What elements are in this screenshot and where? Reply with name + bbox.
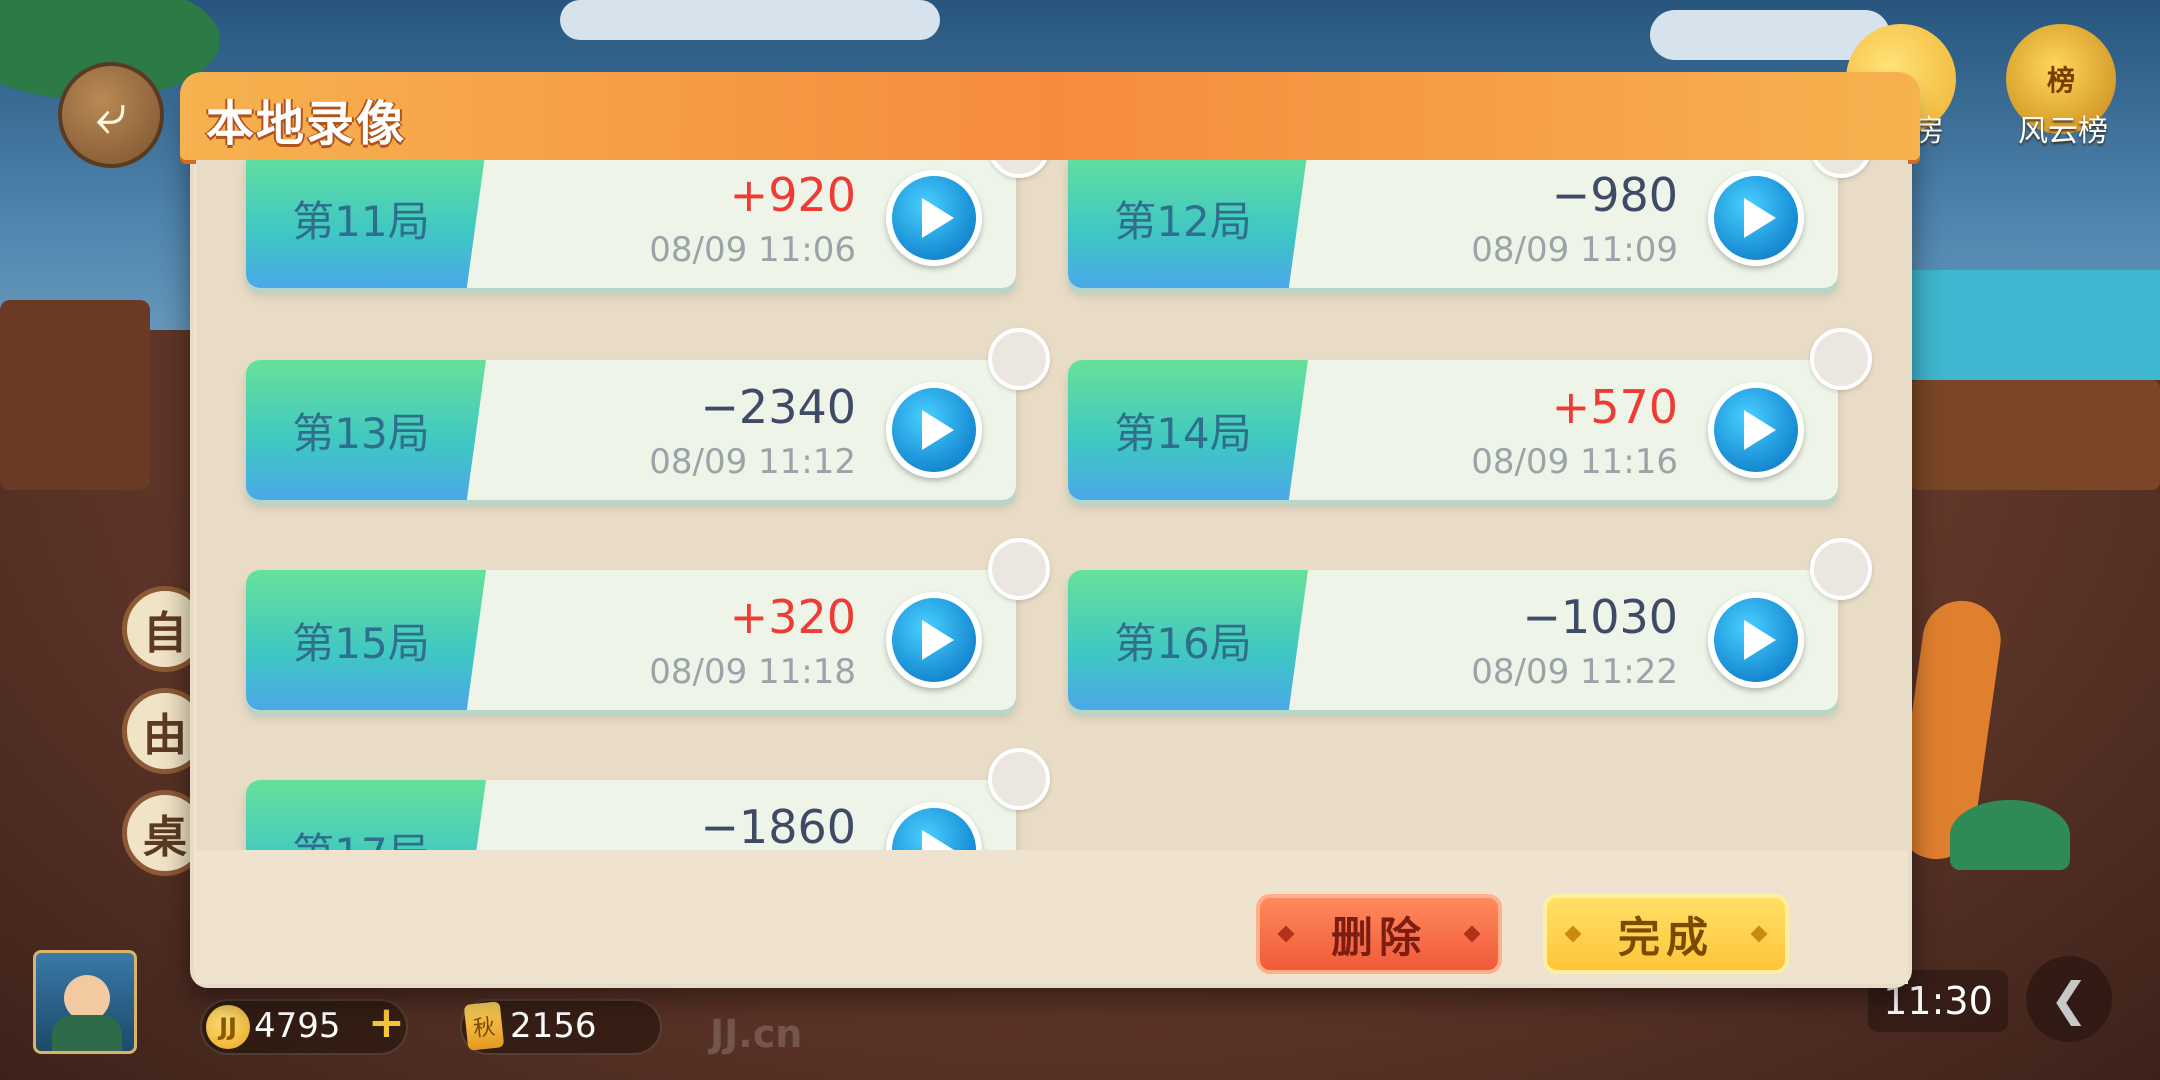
round-name: 第11局 bbox=[292, 196, 430, 246]
round-name: 第16局 bbox=[1114, 618, 1252, 668]
record-card-14[interactable]: 第14局 +570 08/09 11:16 bbox=[1068, 328, 1872, 500]
cloud bbox=[560, 0, 940, 40]
play-icon bbox=[922, 830, 954, 850]
back-arrow-icon: ⤶ bbox=[95, 82, 127, 147]
round-name: 第15局 bbox=[292, 618, 430, 668]
round-score: −2340 bbox=[700, 380, 856, 434]
round-score: +320 bbox=[729, 590, 856, 644]
diamond-ornament bbox=[1277, 925, 1295, 943]
avatar-body bbox=[52, 1015, 122, 1051]
play-icon bbox=[922, 198, 954, 238]
play-icon bbox=[922, 620, 954, 660]
beach-hut bbox=[0, 300, 150, 490]
round-name: 第17局 bbox=[246, 780, 476, 851]
round-name: 第14局 bbox=[1114, 408, 1252, 458]
round-score: −1860 bbox=[700, 800, 856, 850]
round-time: 08/09 11:16 bbox=[1471, 442, 1678, 482]
watermark: JJ.cn bbox=[710, 1012, 803, 1056]
select-checkbox[interactable] bbox=[1810, 160, 1872, 178]
plant bbox=[1950, 800, 2070, 870]
done-button[interactable]: 完成 bbox=[1543, 894, 1789, 974]
round-score: −1030 bbox=[1522, 590, 1678, 644]
recordings-list[interactable]: 第11局 +920 08/09 11:06 第12局 −980 08/09 11… bbox=[196, 160, 1908, 850]
play-icon bbox=[1744, 620, 1776, 660]
dialog-header bbox=[180, 72, 1920, 160]
record-card-15[interactable]: 第15局 +320 08/09 11:18 bbox=[246, 538, 1050, 710]
diamond-ornament bbox=[1463, 925, 1481, 943]
record-card-17[interactable]: 第17局 −1860 bbox=[246, 748, 1050, 851]
round-time: 08/09 11:12 bbox=[649, 442, 856, 482]
delete-button[interactable]: 删除 bbox=[1256, 894, 1502, 974]
select-checkbox[interactable] bbox=[988, 328, 1050, 390]
settings-icon[interactable]: ❮ bbox=[2026, 956, 2112, 1042]
trophy-badge: 榜 bbox=[2046, 64, 2075, 97]
play-icon bbox=[922, 410, 954, 450]
select-checkbox[interactable] bbox=[1810, 538, 1872, 600]
done-label: 完成 bbox=[1617, 912, 1714, 962]
back-button[interactable]: ⤶ bbox=[58, 62, 164, 168]
play-button[interactable] bbox=[886, 592, 982, 688]
round-name: 第13局 bbox=[292, 408, 430, 458]
coin-value: 4795 bbox=[254, 1006, 341, 1046]
round-time: 08/09 11:06 bbox=[649, 230, 856, 270]
play-icon bbox=[1744, 410, 1776, 450]
player-avatar[interactable] bbox=[33, 950, 137, 1054]
ticket-icon: 秋 bbox=[463, 1001, 505, 1051]
select-checkbox[interactable] bbox=[988, 748, 1050, 810]
round-time: 08/09 11:22 bbox=[1471, 652, 1678, 692]
play-button[interactable] bbox=[886, 382, 982, 478]
coin-icon: JJ bbox=[206, 1005, 250, 1049]
delete-label: 删除 bbox=[1330, 912, 1427, 962]
add-coins-icon[interactable]: + bbox=[368, 997, 405, 1048]
play-button[interactable] bbox=[1708, 592, 1804, 688]
select-checkbox[interactable] bbox=[988, 160, 1050, 178]
play-button[interactable] bbox=[886, 802, 982, 850]
play-button[interactable] bbox=[1708, 382, 1804, 478]
diamond-ornament bbox=[1750, 925, 1768, 943]
select-checkbox[interactable] bbox=[1810, 328, 1872, 390]
record-card-11[interactable]: 第11局 +920 08/09 11:06 bbox=[246, 160, 1050, 288]
round-time: 08/09 11:09 bbox=[1471, 230, 1678, 270]
play-icon bbox=[1744, 198, 1776, 238]
diamond-ornament bbox=[1564, 925, 1582, 943]
wooden-dock bbox=[1910, 380, 2160, 490]
round-score: −980 bbox=[1551, 168, 1678, 222]
play-button[interactable] bbox=[886, 170, 982, 266]
record-card-12[interactable]: 第12局 −980 08/09 11:09 bbox=[1068, 160, 1872, 288]
round-score: +570 bbox=[1551, 380, 1678, 434]
leaderboard-label[interactable]: 风云榜 bbox=[2018, 106, 2108, 150]
dialog-title: 本地录像 bbox=[206, 96, 407, 152]
round-score: +920 bbox=[729, 168, 856, 222]
round-name: 第12局 bbox=[1114, 196, 1252, 246]
round-time: 08/09 11:18 bbox=[649, 652, 856, 692]
record-card-16[interactable]: 第16局 −1030 08/09 11:22 bbox=[1068, 538, 1872, 710]
record-card-13[interactable]: 第13局 −2340 08/09 11:12 bbox=[246, 328, 1050, 500]
ticket-value: 2156 bbox=[510, 1006, 597, 1046]
play-button[interactable] bbox=[1708, 170, 1804, 266]
select-checkbox[interactable] bbox=[988, 538, 1050, 600]
